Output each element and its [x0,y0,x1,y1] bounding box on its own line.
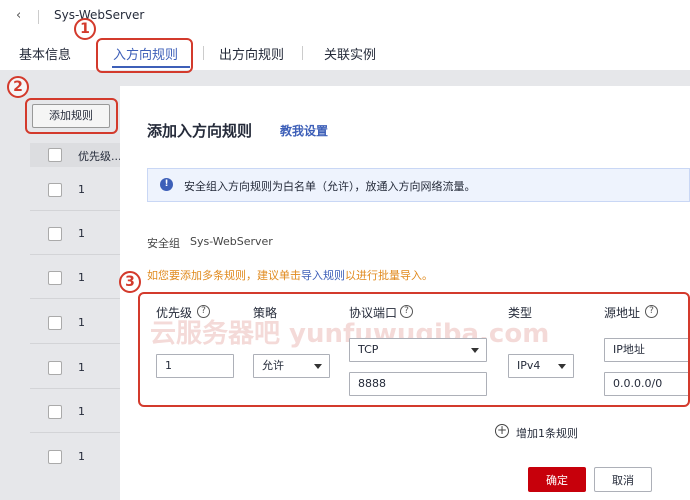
add-one-rule-link[interactable]: 增加1条规则 [516,425,578,441]
page-title: Sys-WebServer [54,8,145,22]
hint-suffix: 以进行批量导入。 [345,269,433,282]
row-priority: 1 [78,227,85,240]
row-checkbox[interactable] [48,450,62,464]
import-rules-link[interactable]: 导入规则 [301,269,345,282]
row-priority: 1 [78,316,85,329]
row-divider [30,210,120,211]
step-marker-3: 3 [119,271,141,293]
cancel-button[interactable]: 取消 [594,467,652,492]
step-marker-1: 1 [74,18,96,40]
row-priority: 1 [78,405,85,418]
row-checkbox[interactable] [48,405,62,419]
row-divider [30,298,120,299]
tab-divider [203,46,204,60]
select-all-checkbox[interactable] [48,148,62,162]
row-checkbox[interactable] [48,271,62,285]
annotation-frame-rule-row [138,292,690,407]
dialog-title: 添加入方向规则 [147,122,253,140]
info-banner-text: 安全组入方向规则为白名单（允许），放通入方向网络流量。 [184,180,476,193]
row-divider [30,388,120,389]
tab-basic-info[interactable]: 基本信息 [19,44,71,63]
plus-circle-icon[interactable]: + [495,424,509,438]
row-divider [30,254,120,255]
tab-associated-instances[interactable]: 关联实例 [324,44,376,63]
annotation-frame-add-button [25,98,118,134]
hint-prefix: 如您要添加多条规则，建议单击 [147,269,301,282]
row-checkbox[interactable] [48,227,62,241]
row-priority: 1 [78,361,85,374]
row-checkbox[interactable] [48,361,62,375]
row-priority: 1 [78,271,85,284]
row-checkbox[interactable] [48,183,62,197]
step-marker-2: 2 [7,76,29,98]
row-divider [30,432,120,433]
confirm-button[interactable]: 确定 [528,467,586,492]
security-group-label: 安全组 [147,237,180,250]
annotation-frame-tab [96,38,193,73]
tab-divider [302,46,303,60]
info-icon: ! [160,178,173,191]
row-divider [30,343,120,344]
row-checkbox[interactable] [48,316,62,330]
row-priority: 1 [78,183,85,196]
batch-import-hint: 如您要添加多条规则，建议单击导入规则以进行批量导入。 [147,267,433,283]
back-arrow-icon[interactable]: ‹ [16,8,21,23]
priority-column-header: 优先级... [78,150,122,163]
security-group-value: Sys-WebServer [190,235,273,248]
tab-outbound-rules[interactable]: 出方向规则 [219,44,284,63]
row-priority: 1 [78,450,85,463]
help-link[interactable]: 教我设置 [280,122,328,139]
header-divider [38,10,39,24]
